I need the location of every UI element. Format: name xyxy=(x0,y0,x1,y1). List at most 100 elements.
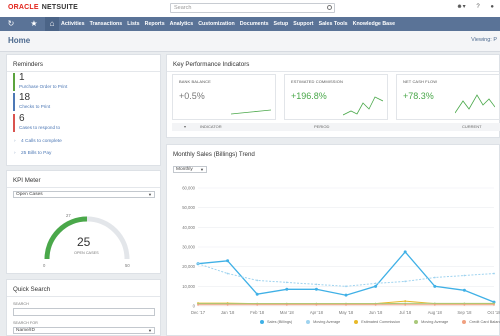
data-point[interactable] xyxy=(197,303,199,306)
data-point[interactable] xyxy=(285,281,288,284)
reminder-link-label[interactable]: 4 Calls to complete xyxy=(21,139,62,144)
nav-item-analytics[interactable]: Analytics xyxy=(170,17,194,31)
legend-label: Sales (Billings) xyxy=(267,320,293,324)
data-point[interactable] xyxy=(344,293,348,297)
data-point[interactable] xyxy=(493,303,495,306)
data-point[interactable] xyxy=(256,303,259,306)
nav-item-support[interactable]: Support xyxy=(293,17,313,31)
reminder-label[interactable]: Checks to Print xyxy=(19,103,153,110)
legend-item[interactable]: Credit Card Balance xyxy=(462,320,500,324)
nav-item-lists[interactable]: Lists xyxy=(127,17,139,31)
data-point[interactable] xyxy=(374,303,377,306)
data-point[interactable] xyxy=(197,262,199,265)
data-point[interactable] xyxy=(404,300,407,302)
data-point[interactable] xyxy=(433,303,436,306)
data-point[interactable] xyxy=(256,279,259,282)
arrow-icon: › xyxy=(14,139,16,144)
user-menu-icon[interactable]: ☻▾ xyxy=(456,4,465,10)
data-point[interactable] xyxy=(285,303,288,306)
reminder-link-label[interactable]: 25 Bills to Pay xyxy=(21,151,51,156)
help-icon[interactable]: ? xyxy=(476,4,479,10)
sparkline xyxy=(455,94,495,114)
data-point[interactable] xyxy=(315,283,318,286)
data-point[interactable] xyxy=(374,282,377,285)
reminder-link-calls[interactable]: › 4 Calls to complete xyxy=(14,139,62,144)
data-point[interactable] xyxy=(226,303,229,306)
nav-item-reports[interactable]: Reports xyxy=(145,17,165,31)
data-point[interactable] xyxy=(433,284,437,288)
col-period[interactable]: PERIOD xyxy=(314,123,329,131)
nav-item-transactions[interactable]: Transactions xyxy=(90,17,123,31)
data-point[interactable] xyxy=(463,274,466,277)
data-point[interactable] xyxy=(404,303,407,306)
kpi-card-label: ESTIMATED COMMISSION xyxy=(291,79,343,84)
data-point[interactable] xyxy=(314,287,318,291)
search-for-label: SEARCH FOR xyxy=(13,321,38,325)
reminder-checks[interactable]: 18 Checks to Print xyxy=(13,93,153,111)
legend-item[interactable]: Moving Average xyxy=(414,320,448,324)
y-tick-label: 30,000 xyxy=(182,245,195,250)
quick-search-input[interactable] xyxy=(13,308,155,316)
legend-swatch xyxy=(306,320,311,324)
search-for-select[interactable]: Name/ID ▼ xyxy=(13,327,155,334)
kpi-card-estimated-commission[interactable]: ESTIMATED COMMISSION +196.8% xyxy=(284,74,388,120)
account-icon[interactable]: ● xyxy=(490,4,494,10)
quick-search-portlet: Quick Search SEARCH SEARCH FOR Name/ID ▼ xyxy=(6,279,161,336)
data-point[interactable] xyxy=(403,250,407,254)
nav-item-setup[interactable]: Setup xyxy=(274,17,289,31)
data-point[interactable] xyxy=(463,303,466,306)
data-point[interactable] xyxy=(374,284,378,288)
col-indicator[interactable]: INDICATOR xyxy=(200,123,222,131)
sort-icon[interactable]: ▾ xyxy=(184,123,186,131)
x-tick-label: Dec '17 xyxy=(191,310,206,315)
reminder-link-bills[interactable]: › 25 Bills to Pay xyxy=(14,151,51,156)
nav-item-customization[interactable]: Customization xyxy=(198,17,235,31)
y-tick-label: 10,000 xyxy=(182,284,195,289)
sales-trend-title: Monthly Sales (Billings) Trend xyxy=(173,151,255,158)
reminder-label[interactable]: Purchase Order to Print xyxy=(19,83,153,90)
shortcuts-star-icon[interactable]: ★ xyxy=(27,17,41,31)
legend-item[interactable]: Sales (Billings) xyxy=(260,320,292,324)
data-point[interactable] xyxy=(462,288,466,292)
netsuite-logo[interactable]: ORACLE NETSUITE xyxy=(8,4,78,11)
reminder-label[interactable]: Cases to respond to xyxy=(19,124,153,131)
nav-item-documents[interactable]: Documents xyxy=(240,17,269,31)
page-header: Home Viewing: P xyxy=(0,31,500,52)
data-point[interactable] xyxy=(493,272,495,275)
col-current[interactable]: CURRENT xyxy=(462,123,482,131)
legend-label: Credit Card Balance xyxy=(469,320,500,324)
legend-item[interactable]: Moving Average xyxy=(306,320,340,324)
nav-item-activities[interactable]: Activities xyxy=(61,17,85,31)
kpi-card-net-cash-flow[interactable]: NET CASH FLOW +78.3% xyxy=(396,74,500,120)
data-point[interactable] xyxy=(433,276,436,279)
kpi-meter-value: 25 xyxy=(77,235,91,249)
nav-item-knowledge-base[interactable]: Knowledge Base xyxy=(353,17,395,31)
reminder-purchase-orders[interactable]: 1 Purchase Order to Print xyxy=(13,73,153,91)
data-point[interactable] xyxy=(285,287,289,291)
reminder-cases[interactable]: 6 Cases to respond to xyxy=(13,114,153,132)
search-icon[interactable] xyxy=(327,5,332,10)
nav-item-sales-tools[interactable]: Sales Tools xyxy=(319,17,348,31)
home-icon[interactable]: ⌂ xyxy=(45,17,59,31)
legend-item[interactable]: Estimated Commission xyxy=(354,320,400,324)
kpi-card-bank-balance[interactable]: BANK BALANCE +0.5% xyxy=(172,74,276,120)
global-search-input[interactable]: Search xyxy=(170,3,335,13)
legend-label: Estimated Commission xyxy=(361,320,401,324)
recent-records-icon[interactable]: ↻ xyxy=(4,17,18,31)
kpi-meter-select[interactable]: Open Cases ▼ xyxy=(13,191,155,198)
data-point[interactable] xyxy=(226,259,230,263)
divider xyxy=(7,296,160,297)
data-point[interactable] xyxy=(315,303,318,306)
kpi-card-label: NET CASH FLOW xyxy=(403,79,438,84)
data-point[interactable] xyxy=(226,272,229,275)
gauge-target-label: 27 xyxy=(66,213,71,218)
x-tick-label: Apr '18 xyxy=(310,310,324,315)
data-point[interactable] xyxy=(255,292,259,296)
reminder-count: 18 xyxy=(19,92,31,103)
viewing-link[interactable]: Viewing: P xyxy=(471,37,497,43)
series-line[interactable] xyxy=(197,263,495,287)
data-point[interactable] xyxy=(345,285,347,288)
data-point[interactable] xyxy=(404,280,407,283)
x-tick-label: Jun '18 xyxy=(369,310,383,315)
data-point[interactable] xyxy=(345,303,347,306)
